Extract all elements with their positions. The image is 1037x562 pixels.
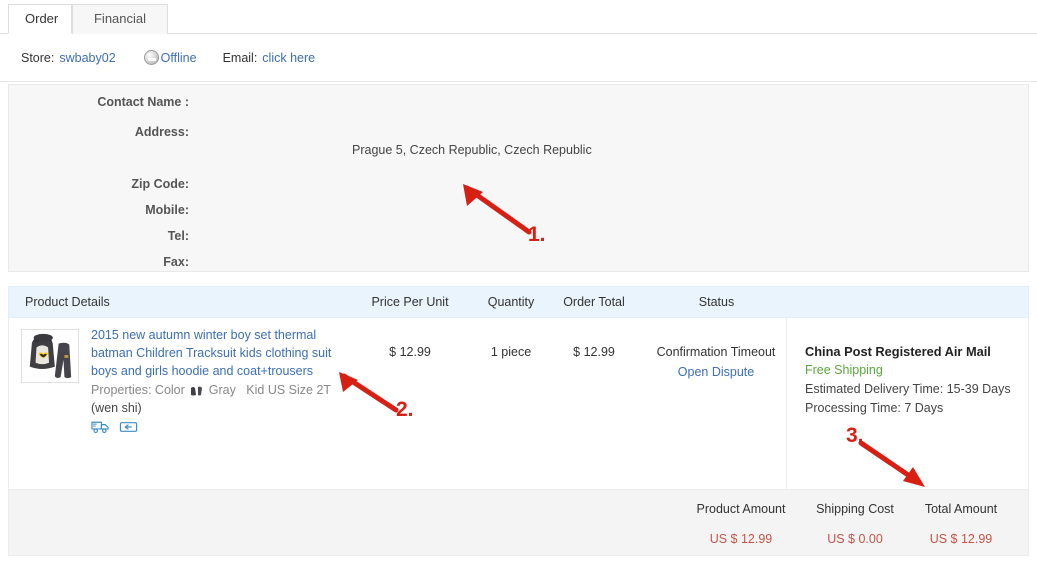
properties-size-value: Kid US Size 2T [246, 383, 332, 397]
column-divider [786, 318, 787, 490]
address-label: Address: [134, 125, 189, 139]
cell-order-total: $ 12.99 [573, 345, 615, 359]
address-full-line: Prague 5, Czech Republic, Czech Republic [352, 143, 592, 157]
contact-row-contact-name: Contact Name : [9, 89, 1028, 115]
tab-financial-label: Financial [93, 11, 147, 26]
email-label: Email: [222, 50, 258, 65]
column-header-price-per-unit: Price Per Unit [371, 295, 449, 309]
properties-prefix-label: Properties: Color [91, 383, 185, 397]
tab-order[interactable]: Order [8, 4, 72, 34]
cell-quantity: 1 piece [490, 345, 532, 359]
annotation-number-1: 1. [528, 223, 546, 246]
total-amount-label: Total Amount [924, 502, 998, 516]
shipping-method: China Post Registered Air Mail [805, 344, 991, 359]
contact-details-panel: Contact Name : Address: Prague 5, Czech … [8, 84, 1029, 272]
annotation-number-3: 3. [846, 424, 864, 447]
product-amount-value: US $ 12.99 [709, 532, 773, 546]
color-swatch-icon [190, 384, 204, 396]
store-name-link[interactable]: swbaby02 [59, 51, 115, 65]
shipping-truck-icon[interactable] [91, 420, 110, 437]
column-header-order-total: Order Total [563, 295, 625, 309]
annotation-number-2: 2. [396, 398, 414, 421]
product-properties: Properties: Color Gray Kid US Size 2T [91, 381, 343, 399]
zip-code-label: Zip Code: [131, 177, 189, 191]
product-table-row: 2015 new autumn winter boy set thermal b… [8, 318, 1029, 490]
store-label: Store: [21, 50, 55, 65]
mobile-label: Mobile: [145, 203, 189, 217]
fax-label: Fax: [163, 255, 189, 269]
user-avatar-icon [143, 50, 159, 65]
tel-label: Tel: [167, 229, 189, 243]
store-info-bar: Store: swbaby02 Offline Email: click her… [0, 34, 1037, 82]
column-header-status: Status [698, 295, 735, 309]
email-click-here-link[interactable]: click here [262, 51, 315, 65]
product-amount-label: Product Amount [696, 502, 786, 516]
order-totals-footer: Product Amount Shipping Cost Total Amoun… [8, 490, 1029, 556]
shipping-details: China Post Registered Air Mail Free Ship… [805, 342, 1037, 418]
processing-time: Processing Time: 7 Days [805, 401, 944, 415]
status-text: Confirmation Timeout [656, 345, 776, 359]
column-header-quantity: Quantity [487, 295, 535, 309]
tab-order-label: Order [25, 11, 59, 26]
properties-color-value: Gray [208, 383, 236, 397]
seller-note: (wen shi) [91, 401, 142, 415]
contact-name-label: Contact Name : [97, 95, 189, 109]
column-header-product-details: Product Details [25, 295, 110, 309]
free-shipping-label: Free Shipping [805, 363, 883, 377]
contact-row-zip-code: Zip Code: [9, 171, 1028, 197]
product-table-header: Product Details Price Per Unit Quantity … [8, 286, 1029, 318]
offline-status-label[interactable]: Offline [161, 51, 197, 65]
product-thumbnail-batman-tracksuit[interactable] [21, 329, 79, 383]
total-amount-value: US $ 12.99 [929, 532, 993, 546]
cell-price-per-unit: $ 12.99 [389, 345, 431, 359]
shipping-cost-value: US $ 0.00 [827, 532, 883, 546]
product-info: 2015 new autumn winter boy set thermal b… [91, 326, 343, 437]
store-status[interactable]: Offline [143, 50, 197, 65]
estimated-delivery-time: Estimated Delivery Time: 15-39 Days [805, 382, 1011, 396]
contact-row-fax: Fax: [9, 249, 1028, 275]
contact-row-mobile: Mobile: [9, 197, 1028, 223]
open-dispute-link[interactable]: Open Dispute [646, 365, 786, 379]
contact-row-address: Address: [9, 119, 1028, 145]
product-action-icons [91, 420, 343, 437]
contact-row-tel: Tel: [9, 223, 1028, 249]
cell-status: Confirmation Timeout Open Dispute [646, 345, 786, 379]
product-title-link[interactable]: 2015 new autumn winter boy set thermal b… [91, 326, 343, 380]
shipping-cost-label: Shipping Cost [816, 502, 894, 516]
tab-bar: Order Financial [0, 0, 1037, 34]
tab-financial[interactable]: Financial [72, 4, 168, 34]
return-box-icon[interactable] [119, 420, 138, 437]
